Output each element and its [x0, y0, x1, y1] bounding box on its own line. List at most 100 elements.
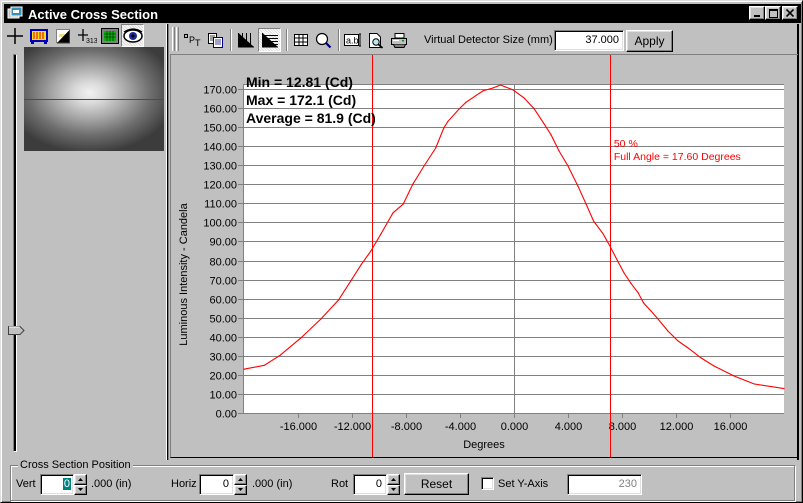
- crosshair-coordinate-icon: 313: [78, 29, 97, 44]
- horizontal-grid-button[interactable]: [258, 28, 281, 52]
- set-y-axis-label[interactable]: Set Y-Axis: [498, 478, 548, 490]
- points-button[interactable]: PT: [182, 29, 204, 51]
- vert-value: 0: [62, 478, 71, 490]
- print-button[interactable]: [388, 29, 410, 51]
- eye-tool-button[interactable]: [121, 24, 144, 47]
- data-point: [402, 203, 404, 205]
- y-tick-label: 50.00: [209, 314, 237, 326]
- y-tick-label: 80.00: [209, 257, 237, 269]
- window-title: Active Cross Section: [28, 7, 159, 22]
- set-y-axis-checkbox[interactable]: [481, 477, 494, 490]
- y-tick-label: 130.00: [203, 161, 237, 173]
- data-point: [643, 302, 645, 304]
- svg-text:a.b: a.b: [346, 36, 359, 46]
- rot-input[interactable]: 0: [353, 474, 387, 495]
- x-tick-label: 16.000: [714, 421, 748, 433]
- rot-label: Rot: [331, 478, 349, 490]
- spin-down-button[interactable]: [387, 484, 400, 495]
- data-point: [593, 220, 595, 222]
- text-label-button[interactable]: a.b: [342, 29, 364, 51]
- data-point: [243, 368, 245, 370]
- flat-image-tool-button[interactable]: [52, 25, 74, 47]
- y-tick-label: 140.00: [203, 142, 237, 154]
- crosshair-tool-button[interactable]: [4, 25, 26, 47]
- toolbar-grip-2[interactable]: [176, 27, 179, 51]
- vert-spinner[interactable]: [74, 474, 87, 495]
- chart-panel: 0.00 10.00 20.00 30.00 40.00 50.00 60.00 70.00 8…: [170, 54, 798, 458]
- cross-section-thumbnail[interactable]: [24, 47, 164, 151]
- spin-up-button[interactable]: [74, 474, 87, 485]
- data-point: [320, 318, 322, 320]
- x-tick-label: -4.000: [445, 421, 476, 433]
- horiz-input[interactable]: 0: [199, 474, 234, 495]
- x-tick-label: -16.000: [280, 421, 317, 433]
- horiz-spinner[interactable]: [234, 474, 247, 495]
- detector-size-input[interactable]: 37.000: [554, 30, 624, 51]
- data-point: [492, 87, 494, 89]
- cross-section-line[interactable]: [24, 99, 164, 100]
- x-tick-label: 12.000: [660, 421, 694, 433]
- position-slider-track[interactable]: [13, 54, 17, 452]
- rot-spinner[interactable]: [387, 474, 400, 495]
- panel-splitter-edge: [167, 24, 169, 460]
- vert-unit: .000 (in): [91, 478, 132, 490]
- y-tick-label: 40.00: [209, 333, 237, 345]
- data-point: [550, 134, 552, 136]
- title-bar[interactable]: Active Cross Section: [4, 4, 801, 23]
- toolbar-separator: [338, 29, 340, 51]
- data-point: [499, 84, 502, 86]
- toolbar-grip[interactable]: [172, 27, 175, 51]
- stat-min: Min = 12.81 (Cd): [246, 74, 353, 90]
- print-preview-icon: [368, 32, 383, 49]
- arrow-up-icon: [391, 477, 396, 481]
- zoom-button[interactable]: [312, 29, 334, 51]
- copy-icon: [207, 33, 223, 48]
- reset-button[interactable]: Reset: [404, 473, 469, 495]
- annotation-percent: 50 %: [614, 138, 638, 150]
- y-tick-label: 10.00: [209, 390, 237, 402]
- position-slider-thumb[interactable]: [8, 326, 25, 339]
- apply-button[interactable]: Apply: [626, 30, 673, 52]
- arrow-up-icon: [238, 477, 243, 481]
- y-tick-label: 100.00: [203, 218, 237, 230]
- copy-button[interactable]: [204, 29, 226, 51]
- false-color-tool-button[interactable]: [28, 25, 50, 47]
- y-tick-label: 30.00: [209, 352, 237, 364]
- false-color-icon: [30, 29, 48, 44]
- horiz-label: Horiz: [171, 478, 197, 490]
- minimize-button[interactable]: [749, 6, 765, 20]
- y-tick-label: 0.00: [216, 409, 237, 421]
- table-icon: [294, 34, 308, 46]
- flat-image-icon: [56, 29, 70, 44]
- spin-up-button[interactable]: [234, 474, 247, 485]
- app-window: Active Cross Section 313 PT a.b Virtual …: [0, 0, 803, 503]
- data-point: [279, 354, 281, 356]
- close-button[interactable]: [782, 6, 798, 20]
- text-label-icon: a.b: [343, 33, 361, 47]
- grid-display-tool-button[interactable]: [99, 25, 121, 47]
- print-preview-button[interactable]: [365, 29, 387, 51]
- data-point: [370, 250, 372, 252]
- y-axis-max-input[interactable]: 230: [567, 474, 642, 495]
- maximize-button[interactable]: [765, 6, 781, 20]
- coordinate-tool-button[interactable]: 313: [76, 25, 98, 47]
- data-point: [337, 299, 340, 301]
- app-icon: [7, 6, 23, 24]
- points-icon: PT: [184, 34, 201, 48]
- vertical-grid-button[interactable]: [235, 29, 257, 51]
- spin-down-button[interactable]: [234, 484, 247, 495]
- data-point: [753, 383, 755, 385]
- y-tick-label: 110.00: [204, 199, 237, 211]
- table-button[interactable]: [290, 29, 312, 51]
- data-point: [630, 282, 632, 284]
- arrow-down-icon: [78, 488, 83, 492]
- y-tick-label: 170.00: [203, 85, 237, 97]
- vert-input[interactable]: 0: [40, 474, 74, 495]
- spin-up-button[interactable]: [387, 474, 400, 485]
- crosshair-icon: [7, 28, 23, 44]
- eye-icon: [122, 27, 143, 43]
- spin-down-button[interactable]: [74, 484, 87, 495]
- grid-display-icon: [101, 28, 119, 44]
- y-tick-label: 20.00: [209, 371, 237, 383]
- arrow-down-icon: [238, 488, 243, 492]
